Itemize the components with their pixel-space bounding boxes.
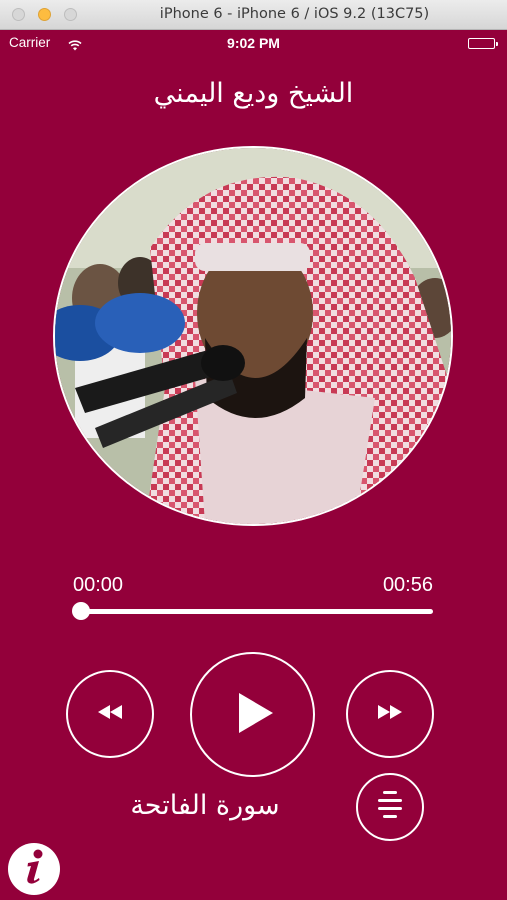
list-icon <box>376 790 404 824</box>
surah-list-button[interactable] <box>356 773 424 841</box>
fast-forward-icon <box>375 703 405 725</box>
rewind-button[interactable] <box>66 670 154 758</box>
info-icon <box>19 848 49 890</box>
fast-forward-button[interactable] <box>346 670 434 758</box>
window-minimize-button[interactable] <box>38 8 51 21</box>
surah-name: سورة الفاتحة <box>130 790 280 821</box>
status-time: 9:02 PM <box>227 35 280 51</box>
progress-slider-track[interactable] <box>78 609 433 614</box>
progress-slider-thumb[interactable] <box>72 602 90 620</box>
window-close-button[interactable] <box>12 8 25 21</box>
status-bar: Carrier 9:02 PM <box>0 30 507 56</box>
rewind-icon <box>95 703 125 725</box>
play-icon <box>229 689 277 741</box>
play-button[interactable] <box>190 652 315 777</box>
reciter-photo <box>53 146 453 526</box>
window-zoom-button[interactable] <box>64 8 77 21</box>
battery-icon <box>468 38 498 49</box>
total-time-label: 00:56 <box>382 574 433 596</box>
window-title: iPhone 6 - iPhone 6 / iOS 9.2 (13C75) <box>159 6 430 22</box>
current-time-label: 00:00 <box>73 574 124 596</box>
info-button[interactable] <box>8 843 60 895</box>
simulator-title-bar: iPhone 6 - iPhone 6 / iOS 9.2 (13C75) <box>0 0 507 30</box>
reciter-name: الشيخ وديع اليمني <box>153 78 354 109</box>
